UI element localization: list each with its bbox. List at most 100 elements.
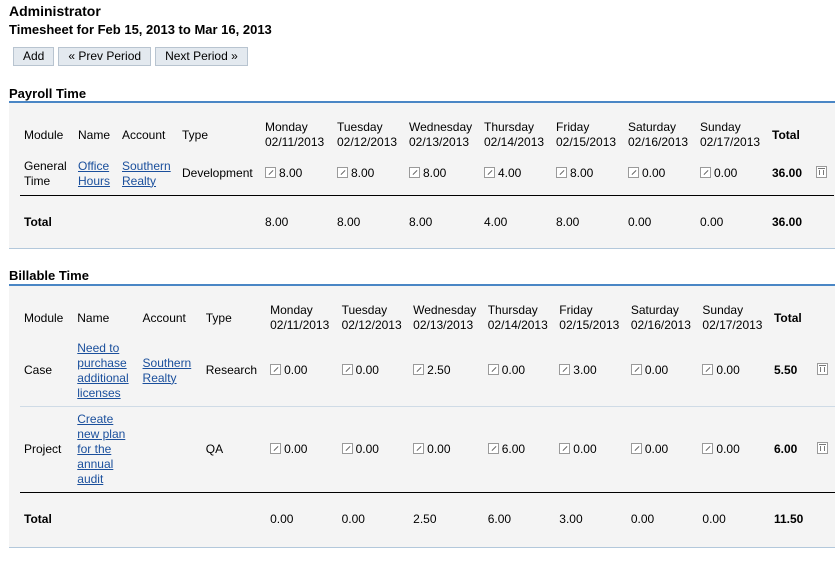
hours-value: 8.00 <box>570 166 594 181</box>
day-total: 0.00 <box>624 194 696 249</box>
column-header-module: Module <box>24 127 64 142</box>
day-name: Tuesday <box>337 120 383 134</box>
hours-value: 0.00 <box>714 166 738 181</box>
account-link[interactable]: Southern Realty <box>122 159 171 188</box>
hours-cell: 4.00 <box>480 153 552 195</box>
pencil-edit-icon[interactable] <box>413 442 425 454</box>
record-name-link[interactable]: Need to purchase additional licenses <box>77 341 128 400</box>
pencil-edit-icon[interactable] <box>487 364 499 376</box>
day-name: Friday <box>559 303 593 317</box>
pencil-edit-icon[interactable] <box>702 442 714 454</box>
hours-cell: 2.50 <box>409 336 484 407</box>
column-header-name: Name <box>77 310 110 325</box>
pencil-edit-icon[interactable] <box>556 167 567 179</box>
day-total: 8.00 <box>405 194 480 249</box>
column-header-total: Total <box>772 127 800 142</box>
pencil-edit-icon[interactable] <box>559 442 571 454</box>
pencil-edit-icon[interactable] <box>628 167 639 179</box>
column-header-day: Wednesday 02/13/2013 <box>409 300 484 336</box>
trash-icon[interactable] <box>817 441 829 454</box>
pencil-edit-icon[interactable] <box>702 364 714 376</box>
module-cell: Project <box>24 441 62 456</box>
pencil-edit-icon[interactable] <box>484 167 495 179</box>
column-header-day: Tuesday 02/12/2013 <box>338 300 410 336</box>
pencil-edit-icon[interactable] <box>413 364 425 376</box>
pencil-edit-icon[interactable] <box>630 442 642 454</box>
day-total: 0.00 <box>696 194 768 249</box>
hours-value: 0.00 <box>427 441 451 456</box>
day-total: 0.00 <box>698 491 770 546</box>
account-cell: Southern Realty <box>118 153 178 195</box>
day-date: 02/15/2013 <box>556 135 617 149</box>
account-cell <box>139 406 202 492</box>
hours-cell: 0.00 <box>337 336 410 407</box>
column-header-day: Wednesday 02/13/2013 <box>405 117 480 153</box>
row-total: 6.00 <box>773 441 798 456</box>
hours-cell: 6.00 <box>484 406 556 492</box>
header-row: Module Name Account Type Monday 02/11/2013 Tue… <box>20 300 835 336</box>
trash-icon[interactable] <box>816 166 827 179</box>
grand-total: 36.00 <box>768 194 812 249</box>
day-name: Friday <box>556 120 590 134</box>
account-cell: Southern Realty <box>138 336 202 407</box>
column-header-day: Monday 02/11/2013 <box>261 117 333 153</box>
day-date: 02/15/2013 <box>559 318 620 332</box>
pencil-edit-icon[interactable] <box>487 442 499 454</box>
pencil-edit-icon[interactable] <box>559 364 571 376</box>
day-date: 02/17/2013 <box>700 135 761 149</box>
hours-cell: 0.00 <box>409 406 484 492</box>
pencil-edit-icon[interactable] <box>341 364 353 376</box>
hours-cell: 0.00 <box>698 406 770 492</box>
day-date: 02/13/2013 <box>413 318 474 332</box>
day-total: 0.00 <box>266 491 338 546</box>
type-cell: Research <box>201 336 267 407</box>
actions-cell <box>813 406 835 492</box>
grand-total: 11.50 <box>769 491 814 546</box>
pencil-edit-icon[interactable] <box>700 167 711 179</box>
day-total: 2.50 <box>409 491 484 546</box>
account-link[interactable]: Southern Realty <box>143 356 192 385</box>
hours-value: 0.00 <box>644 363 669 378</box>
day-date: 02/14/2013 <box>487 318 548 332</box>
hours-cell: 8.00 <box>333 153 405 195</box>
pencil-edit-icon[interactable] <box>270 442 282 454</box>
totals-spacer <box>813 491 835 546</box>
column-header-account: Account <box>142 310 186 325</box>
hours-cell: 0.00 <box>338 406 410 492</box>
record-name-link[interactable]: Office Hours <box>78 159 110 188</box>
pencil-edit-icon[interactable] <box>337 167 348 179</box>
module-cell: General Time <box>24 158 67 188</box>
pencil-edit-icon[interactable] <box>270 364 282 376</box>
day-date: 02/11/2013 <box>270 318 330 332</box>
hours-cell: 0.00 <box>696 153 768 195</box>
pencil-edit-icon[interactable] <box>341 442 353 454</box>
record-name-link[interactable]: Create new plan for the annual audit <box>77 412 125 486</box>
hours-value: 8.00 <box>279 166 303 181</box>
table-row: General Time Office Hours Southern Realty D… <box>20 153 834 195</box>
type-cell: Development <box>182 166 253 181</box>
day-date: 02/12/2013 <box>341 318 402 332</box>
pencil-edit-icon[interactable] <box>630 364 642 376</box>
pencil-edit-icon[interactable] <box>265 167 276 179</box>
hours-value: 0.00 <box>355 441 379 456</box>
prev-period-button[interactable]: « Prev Period <box>58 47 152 66</box>
hours-value: 0.00 <box>716 363 740 378</box>
next-period-button[interactable]: Next Period » <box>155 47 248 66</box>
trash-icon[interactable] <box>817 363 829 376</box>
column-header-day: Saturday 02/16/2013 <box>624 117 696 153</box>
column-header-day: Sunday 02/17/2013 <box>696 117 768 153</box>
pencil-edit-icon[interactable] <box>409 167 420 179</box>
user-title: Administrator <box>9 3 101 19</box>
add-button[interactable]: Add <box>13 47 55 66</box>
column-header-day: Thursday 02/14/2013 <box>480 117 552 153</box>
payroll-table: Module Name Account Type Monday 02/11/2013 Tue… <box>20 117 834 249</box>
day-total: 8.00 <box>261 194 333 249</box>
hours-value: 6.00 <box>501 441 526 456</box>
totals-spacer <box>812 194 834 249</box>
timesheet-period-title: Timesheet for Feb 15, 2013 to Mar 16, 20… <box>9 22 272 37</box>
column-header-type: Type <box>205 310 232 325</box>
hours-cell: 8.00 <box>405 153 480 195</box>
column-header-day: Monday 02/11/2013 <box>266 300 337 336</box>
table-row: Project Create new plan for the annual au… <box>20 406 835 492</box>
totals-row: Total 8.00 8.00 8.00 4.00 8.00 0.00 0.00 36.00 <box>20 194 834 249</box>
